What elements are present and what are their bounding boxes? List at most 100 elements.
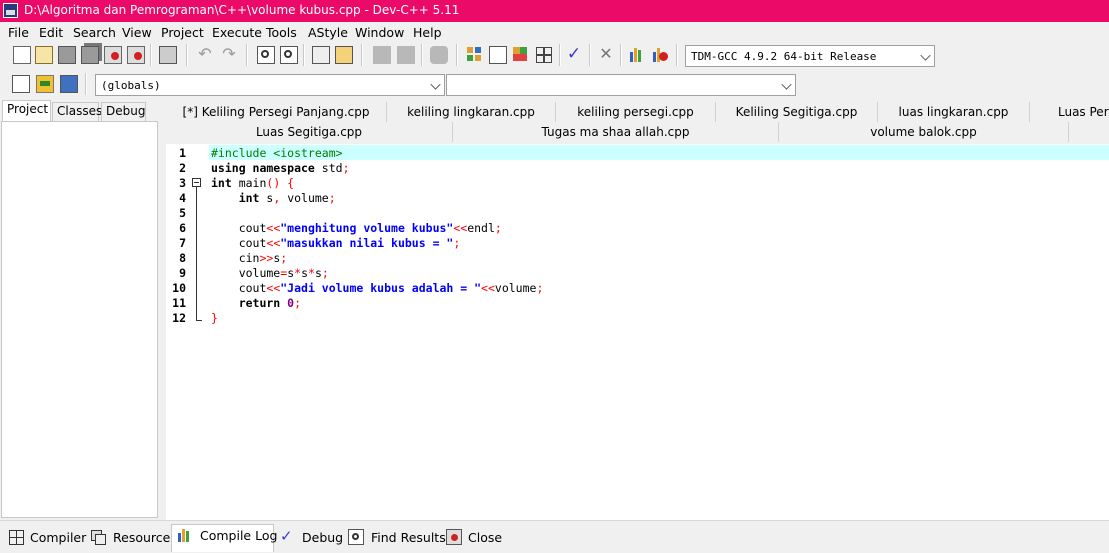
menu-tools[interactable]: Tools: [266, 25, 297, 40]
code-token: *: [308, 266, 315, 280]
devcpp-app-icon[interactable]: [3, 3, 18, 18]
editor-tab[interactable]: Tugas ma shaa allah.cpp: [453, 122, 779, 142]
line-number: 10: [172, 281, 186, 295]
project-tree[interactable]: [1, 121, 158, 518]
toolbar-separator: [85, 73, 87, 95]
code-token: endl: [467, 221, 495, 235]
compiler-select[interactable]: TDM-GCC 4.9.2 64-bit Release: [685, 45, 935, 67]
chevron-down-icon: [430, 79, 441, 90]
code-line[interactable]: cout<<"masukkan nilai kubus = ";: [211, 236, 461, 250]
syntax-check-icon[interactable]: ✓: [565, 46, 583, 64]
redo-icon[interactable]: ↷: [220, 46, 238, 64]
replace-icon[interactable]: [280, 46, 298, 64]
code-token: cout: [211, 221, 267, 235]
open-file-icon[interactable]: [35, 46, 53, 64]
code-token: ;: [453, 236, 461, 250]
close-all-icon[interactable]: [127, 46, 145, 64]
fold-collapse-icon[interactable]: [192, 178, 201, 187]
resources-icon: [90, 529, 106, 545]
code-line[interactable]: int main() {: [211, 176, 294, 190]
tab-compile-log[interactable]: Compile Log: [200, 528, 277, 543]
abort-compile-icon[interactable]: ✕: [597, 46, 615, 64]
scope-select[interactable]: (globals): [95, 74, 445, 96]
code-line[interactable]: cout<<"Jadi volume kubus adalah = "<<vol…: [211, 281, 544, 295]
editor-tab[interactable]: [*] Keliling Persegi Panjang.cpp: [166, 102, 387, 122]
class-browser-icon[interactable]: [535, 46, 553, 64]
insert-icon[interactable]: [12, 75, 30, 93]
tab-find-results[interactable]: Find Results: [371, 530, 446, 545]
code-token: "Jadi volume kubus adalah = ": [280, 281, 482, 295]
line-number: 5: [179, 206, 186, 220]
comment-icon[interactable]: [430, 46, 448, 64]
menu-window[interactable]: Window: [355, 25, 404, 40]
toolbar-separator: [303, 44, 305, 66]
undo-icon[interactable]: ↶: [196, 46, 214, 64]
menu-view[interactable]: View: [122, 25, 152, 40]
line-number: 3: [179, 176, 186, 190]
tab-debug[interactable]: Debug: [101, 102, 146, 121]
indent-icon[interactable]: [373, 46, 391, 64]
code-line[interactable]: #include <iostream>: [211, 146, 343, 160]
editor-tab[interactable]: keliling persegi.cpp: [556, 102, 716, 122]
new-project-icon[interactable]: [466, 46, 484, 64]
code-token: }: [211, 311, 218, 325]
tab-close[interactable]: Close: [468, 530, 502, 545]
code-token: <<: [266, 281, 281, 295]
editor-tab[interactable]: volume balok.cpp: [779, 122, 1069, 142]
profile-icon[interactable]: [628, 46, 646, 64]
code-token: main: [238, 176, 267, 190]
toggle-view-icon[interactable]: [60, 75, 78, 93]
find-icon[interactable]: [257, 46, 275, 64]
toolbar-separator: [186, 44, 188, 66]
symbol-select[interactable]: [446, 74, 796, 96]
delete-profile-icon[interactable]: [651, 46, 669, 64]
close-file-icon[interactable]: [104, 46, 122, 64]
code-token: <<: [266, 221, 281, 235]
layout-icon[interactable]: [512, 46, 530, 64]
tab-debug-output[interactable]: Debug: [302, 530, 343, 545]
line-number: 6: [179, 221, 186, 235]
line-number: 9: [179, 266, 186, 280]
code-token: #include <iostream>: [211, 146, 343, 160]
goto-bookmark-icon[interactable]: [335, 46, 353, 64]
editor-tab[interactable]: luas lingkaran.cpp: [878, 102, 1030, 122]
tab-classes[interactable]: Classes: [52, 102, 102, 121]
editor-tab[interactable]: Luas Segitiga.cpp: [166, 122, 453, 142]
menu-edit[interactable]: Edit: [39, 25, 63, 40]
tab-project[interactable]: Project: [2, 100, 51, 121]
menu-file[interactable]: File: [8, 25, 29, 40]
code-editor[interactable]: 1 2 3 4 5 6 7 8 9 10 11 12 #include <ios…: [166, 144, 1109, 520]
tab-compiler[interactable]: Compiler: [30, 530, 86, 545]
code-token: cout: [211, 236, 267, 250]
tab-resources[interactable]: Resources: [113, 530, 177, 545]
code-line[interactable]: }: [211, 311, 218, 325]
editor-tab[interactable]: Luas Perse: [1030, 102, 1109, 122]
line-number: 11: [172, 296, 186, 310]
menu-project[interactable]: Project: [161, 25, 204, 40]
menu-help[interactable]: Help: [413, 25, 442, 40]
save-icon[interactable]: [58, 46, 76, 64]
goto-icon[interactable]: [36, 75, 54, 93]
code-line[interactable]: cout<<"menghitung volume kubus"<<endl;: [211, 221, 502, 235]
code-line[interactable]: int s, volume;: [211, 191, 336, 205]
window-icon[interactable]: [489, 46, 507, 64]
editor-tab[interactable]: Keliling Segitiga.cpp: [716, 102, 878, 122]
editor-tab[interactable]: keliling lingkaran.cpp: [387, 102, 556, 122]
code-token: ;: [280, 251, 288, 265]
toolbar-separator: [620, 44, 622, 66]
unindent-icon[interactable]: [397, 46, 415, 64]
code-line[interactable]: cin>>s;: [211, 251, 288, 265]
save-all-icon[interactable]: [81, 46, 99, 64]
code-line[interactable]: using namespace std;: [211, 161, 350, 175]
code-line[interactable]: return 0;: [211, 296, 301, 310]
line-number: 4: [179, 191, 186, 205]
menu-search[interactable]: Search: [73, 25, 116, 40]
code-token: cout: [211, 281, 267, 295]
print-icon[interactable]: [159, 46, 177, 64]
menu-execute[interactable]: Execute: [212, 25, 262, 40]
toggle-bookmark-icon[interactable]: [312, 46, 330, 64]
menu-astyle[interactable]: AStyle: [308, 25, 348, 40]
code-token: ;: [342, 161, 350, 175]
new-file-icon[interactable]: [13, 46, 31, 64]
code-line[interactable]: volume=s*s*s;: [211, 266, 329, 280]
